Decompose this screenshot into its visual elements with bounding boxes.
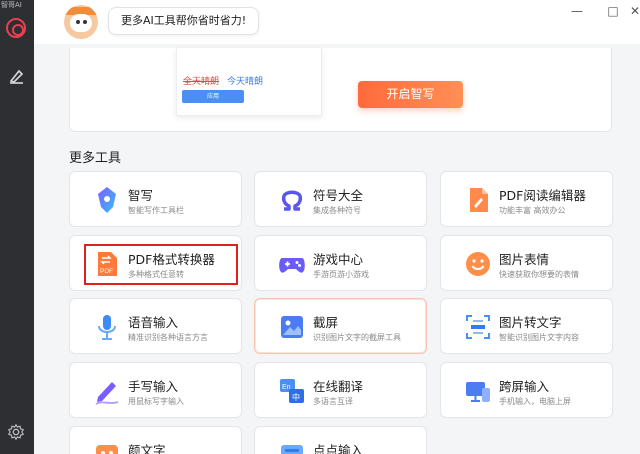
preview-original-text: 全天晴朗 (183, 77, 220, 87)
tool-card-emoticons[interactable]: 颜文字 (69, 426, 242, 454)
tool-card-symbols[interactable]: 符号大全 集成各种符号 (254, 171, 427, 227)
tool-desc: 智能识别图片文字内容 (499, 333, 579, 342)
preview-card: 全天晴朗 今天晴朗 应用 (176, 48, 322, 116)
tool-desc: 集成各种符号 (313, 206, 361, 215)
left-sidebar: 智哥AI (0, 0, 34, 454)
tool-card-screenshot[interactable]: 截屏 识别图片文字的截屏工具 (254, 298, 427, 354)
emoticon-icon (96, 445, 118, 454)
tool-name: 点点输入 (313, 443, 364, 454)
tool-name: 手写输入 (128, 379, 179, 394)
preview-corrected-text: 今天晴朗 (227, 77, 264, 87)
translate-icon: En 中 (280, 379, 304, 403)
gear-icon[interactable] (7, 423, 25, 441)
brand-tag: 智哥AI (1, 1, 22, 9)
tool-desc: 识别图片文字的截屏工具 (313, 333, 401, 342)
close-icon[interactable]: ✕ (628, 4, 640, 18)
tool-card-voice-input[interactable]: 语音输入 精准识别各种语言方言 (69, 298, 242, 354)
tool-name: 图片表情 (499, 252, 550, 267)
tool-desc: 用鼠标写字输入 (128, 397, 184, 406)
tool-desc: 手游页游小游戏 (313, 270, 369, 279)
tool-desc: 精准识别各种语言方言 (128, 333, 208, 342)
tool-card-translate[interactable]: En 中 在线翻译 多语言互译 (254, 362, 427, 418)
tool-desc: 快速获取你想要的表情 (499, 270, 579, 279)
pdf-edit-icon (470, 188, 488, 212)
tool-desc: 功能丰富 高效办公 (499, 206, 566, 215)
tool-card-pdf-reader[interactable]: PDF阅读编辑器 功能丰富 高效办公 (440, 171, 613, 227)
assistant-avatar (64, 5, 98, 39)
tool-desc: 智能写作工具栏 (128, 206, 184, 215)
tool-name: 符号大全 (313, 188, 364, 203)
ai-write-banner: 全天晴朗 今天晴朗 应用 开启智写 (69, 48, 612, 132)
tool-desc: 多语言互译 (313, 397, 353, 406)
tool-desc: 手机输入，电脑上屏 (499, 397, 571, 406)
gamepad-icon (279, 258, 305, 273)
omega-icon (281, 190, 303, 211)
tool-name: 颜文字 (128, 443, 166, 454)
dot-input-icon (281, 445, 303, 454)
preview-apply-button: 应用 (182, 90, 244, 103)
tool-card-zhixie[interactable]: 智写 智能写作工具栏 (69, 171, 242, 227)
tool-name: 跨屏输入 (499, 379, 550, 394)
cross-screen-icon (466, 382, 490, 402)
tool-name: 智写 (128, 188, 154, 203)
tool-card-dot-input[interactable]: 点点输入 (254, 426, 427, 454)
tool-card-cross-screen[interactable]: 跨屏输入 手机输入，电脑上屏 (440, 362, 613, 418)
microphone-icon (98, 315, 116, 340)
start-ai-write-button[interactable]: 开启智写 (358, 81, 463, 108)
section-title: 更多工具 (69, 151, 122, 166)
tool-name: 图片转文字 (499, 315, 562, 330)
tool-name: PDF阅读编辑器 (499, 188, 586, 203)
tool-card-stickers[interactable]: 图片表情 快速获取你想要的表情 (440, 235, 613, 291)
tool-name: 语音输入 (128, 315, 179, 330)
image-to-text-icon (466, 315, 490, 339)
tool-card-image-to-text[interactable]: 图片转文字 智能识别图片文字内容 (440, 298, 613, 354)
highlight-box (84, 244, 238, 285)
smile-icon (466, 252, 490, 276)
tool-name: 在线翻译 (313, 379, 364, 394)
top-bar: 更多AI工具帮你省时省力! — □ ✕ (34, 0, 640, 44)
edit-icon[interactable] (7, 66, 27, 86)
tool-name: 截屏 (313, 315, 339, 330)
screenshot-icon (281, 316, 303, 338)
tool-card-game-center[interactable]: 游戏中心 手游页游小游戏 (254, 235, 427, 291)
maximize-icon[interactable]: □ (606, 4, 620, 18)
tool-card-handwriting[interactable]: 手写输入 用鼠标写字输入 (69, 362, 242, 418)
tool-name: 游戏中心 (313, 252, 364, 267)
svg-text:中: 中 (292, 392, 300, 402)
pen-nib-icon (98, 187, 116, 213)
app-logo-icon[interactable] (6, 18, 26, 38)
greeting-bubble: 更多AI工具帮你省时省力! (108, 7, 260, 35)
minimize-icon[interactable]: — (570, 4, 584, 18)
handwriting-icon (95, 382, 119, 405)
